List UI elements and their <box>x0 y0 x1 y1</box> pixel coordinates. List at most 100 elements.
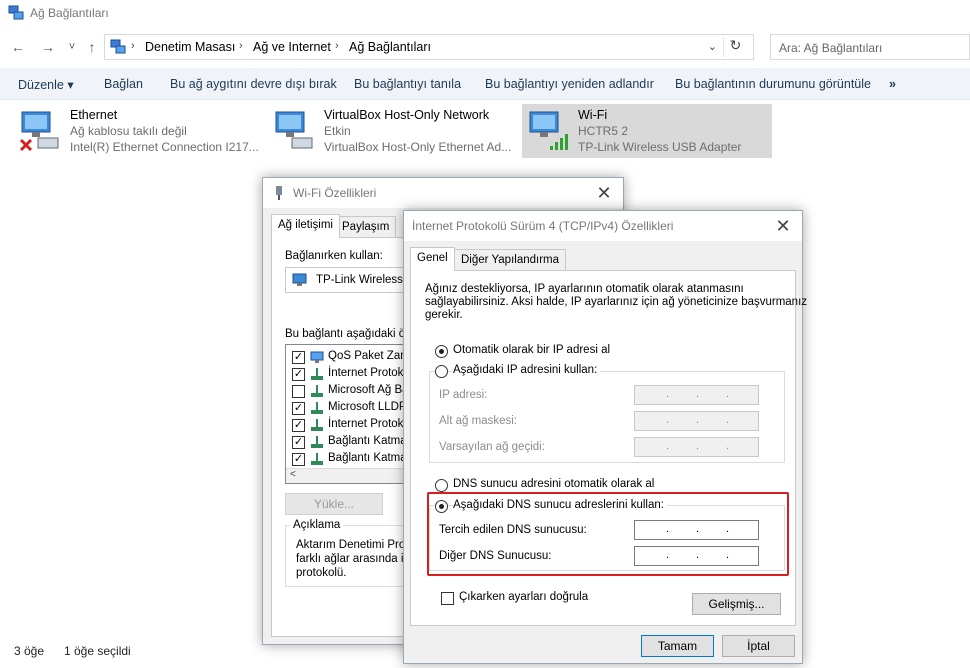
address-bar[interactable]: › Denetim Masası › Ağ ve Internet › Ağ B… <box>104 34 754 60</box>
connection-device: VirtualBox Host-Only Ethernet Ad... <box>324 140 512 154</box>
tab-networking[interactable]: Ağ iletişimi <box>271 214 340 238</box>
connect-using-label: Bağlanırken kullan: <box>285 250 383 262</box>
description-line: protokolü. <box>296 567 347 579</box>
install-button[interactable]: Yükle... <box>285 493 383 515</box>
connection-item-virtualbox[interactable]: VirtualBox Host-Only Network Etkin Virtu… <box>268 104 518 158</box>
item-label: Microsoft LLDP <box>328 401 407 413</box>
gateway-label: Varsayılan ağ geçidi: <box>439 441 545 453</box>
item-checkbox[interactable]: ✓ <box>292 436 305 449</box>
disable-device-button[interactable]: Bu ağ aygıtını devre dışı bırak <box>170 77 337 91</box>
protocol-icon <box>311 436 323 448</box>
connection-name: Wi-Fi <box>578 108 608 122</box>
dns-highlight-frame <box>427 492 789 576</box>
search-placeholder: Ara: Ağ Bağlantıları <box>779 41 883 55</box>
advanced-button[interactable]: Gelişmiş... <box>692 593 781 615</box>
breadcrumb-network-connections[interactable]: Ağ Bağlantıları <box>349 40 431 54</box>
recent-locations-icon[interactable]: ˅ <box>62 38 82 56</box>
network-connections-icon <box>8 5 24 20</box>
auto-ip-label[interactable]: Otomatik olarak bir IP adresi al <box>453 344 610 356</box>
refresh-icon[interactable]: ↻ <box>723 37 747 57</box>
connection-status: Ağ kablosu takılı değil <box>70 124 187 138</box>
item-checkbox[interactable]: ✓ <box>292 351 305 364</box>
item-checkbox[interactable]: ✓ <box>292 402 305 415</box>
connection-device: TP-Link Wireless USB Adapter <box>578 140 742 154</box>
gateway-field[interactable]: ... <box>634 437 759 457</box>
ipv4-properties-dialog: İnternet Protokolü Sürüm 4 (TCP/IPv4) Öz… <box>403 210 807 664</box>
forward-arrow-icon[interactable]: → <box>38 38 58 56</box>
view-status-button[interactable]: Bu bağlantının durumunu görüntüle <box>675 77 871 91</box>
search-input[interactable]: Ara: Ağ Bağlantıları <box>770 34 970 60</box>
connection-name: Ethernet <box>70 108 118 122</box>
close-icon[interactable]: ✕ <box>772 215 794 237</box>
dialog-titlebar: Wi-Fi Özellikleri ✕ <box>263 178 623 208</box>
address-row: ← → ˅ ↑ › Denetim Masası › Ağ ve Interne… <box>0 30 970 64</box>
connect-button[interactable]: Bağlan <box>104 77 143 91</box>
subnet-mask-label: Alt ağ maskesi: <box>439 415 517 427</box>
intro-text: Ağınız destekliyorsa, IP ayarlarının oto… <box>425 283 744 295</box>
auto-dns-radio[interactable] <box>435 479 448 492</box>
selected-count: 1 öğe seçildi <box>64 644 131 658</box>
items-label: Bu bağlantı aşağıdaki öğe <box>285 328 418 340</box>
item-checkbox[interactable]: ✓ <box>292 453 305 466</box>
description-title: Açıklama <box>290 519 344 531</box>
diagnose-button[interactable]: Bu bağlantıyı tanıla <box>354 77 461 91</box>
scroll-left-icon[interactable]: < <box>290 469 296 480</box>
validate-label[interactable]: Çıkarken ayarları doğrula <box>459 591 588 603</box>
wifi-adapter-icon <box>529 111 568 150</box>
item-checkbox[interactable]: ✓ <box>292 368 305 381</box>
general-panel: Ağınız destekliyorsa, IP ayarlarının oto… <box>410 270 807 626</box>
validate-checkbox[interactable] <box>441 592 454 605</box>
ok-button[interactable]: Tamam <box>641 635 714 657</box>
auto-dns-label[interactable]: DNS sunucu adresini otomatik olarak al <box>453 478 654 490</box>
connection-status: HCTR5 2 <box>578 124 629 138</box>
auto-ip-radio[interactable] <box>435 345 448 358</box>
command-bar: Düzenle ▾ Bağlan Bu ağ aygıtını devre dı… <box>0 68 970 100</box>
protocol-icon <box>311 453 323 465</box>
close-icon[interactable]: ✕ <box>593 182 615 204</box>
window-titlebar: Ağ Bağlantıları <box>0 0 970 28</box>
connection-item-ethernet[interactable]: Ethernet Ağ kablosu takılı değil Intel(R… <box>14 104 264 158</box>
intro-text: sağlayabilirsiniz. Aksi halde, IP ayarla… <box>425 296 808 308</box>
connection-status: Etkin <box>324 124 351 138</box>
item-label: İnternet Protokol <box>328 418 413 430</box>
rename-button[interactable]: Bu bağlantıyı yeniden adlandır <box>485 77 654 91</box>
ip-address-field[interactable]: ... <box>634 385 759 405</box>
more-commands-icon[interactable]: » <box>889 77 896 91</box>
item-checkbox[interactable] <box>292 385 305 398</box>
subnet-mask-field[interactable]: ... <box>634 411 759 431</box>
up-arrow-icon[interactable]: ↑ <box>82 38 102 56</box>
item-count: 3 öğe <box>14 644 45 658</box>
manual-ip-radio[interactable] <box>435 365 448 378</box>
item-label: İnternet Protokol <box>328 367 413 379</box>
item-checkbox[interactable]: ✓ <box>292 419 305 432</box>
protocol-icon <box>311 385 323 397</box>
back-arrow-icon[interactable]: ← <box>8 38 28 56</box>
dialog-titlebar: İnternet Protokolü Sürüm 4 (TCP/IPv4) Öz… <box>404 211 802 241</box>
chevron-down-icon: ▾ <box>67 78 74 92</box>
breadcrumb-control-panel[interactable]: Denetim Masası <box>145 40 235 54</box>
description-line: Aktarım Denetimi Proto <box>296 539 415 551</box>
breadcrumb-network-internet[interactable]: Ağ ve Internet <box>253 40 331 54</box>
network-adapter-icon <box>276 186 282 200</box>
connection-item-wifi[interactable]: Wi-Fi HCTR5 2 TP-Link Wireless USB Adapt… <box>522 104 772 158</box>
ip-address-label: IP adresi: <box>439 389 488 401</box>
organize-button[interactable]: Düzenle ▾ <box>18 77 74 92</box>
ethernet-adapter-icon <box>275 111 313 149</box>
cancel-button[interactable]: İptal <box>722 635 795 657</box>
connection-device: Intel(R) Ethernet Connection I217... <box>70 140 259 154</box>
connection-name: VirtualBox Host-Only Network <box>324 108 490 122</box>
breadcrumb-separator-icon[interactable]: › <box>335 40 339 52</box>
protocol-icon <box>311 402 323 414</box>
dialog-title: Wi-Fi Özellikleri <box>293 186 377 200</box>
address-dropdown-icon[interactable]: ⌄ <box>708 40 717 53</box>
qos-icon <box>310 351 324 363</box>
tab-general[interactable]: Genel <box>410 247 455 271</box>
tab-alternate-config[interactable]: Diğer Yapılandırma <box>454 249 567 271</box>
description-line: farklı ağlar arasında ilet <box>296 553 416 565</box>
manual-ip-label[interactable]: Aşağıdaki IP adresini kullan: <box>453 364 601 376</box>
item-label: Microsoft Ağ Bağ <box>328 384 415 396</box>
tab-sharing[interactable]: Paylaşım <box>335 216 397 238</box>
protocol-icon <box>311 419 323 431</box>
adapter-name: TP-Link Wireless U <box>316 274 415 286</box>
breadcrumb-separator-icon[interactable]: › <box>239 40 243 52</box>
